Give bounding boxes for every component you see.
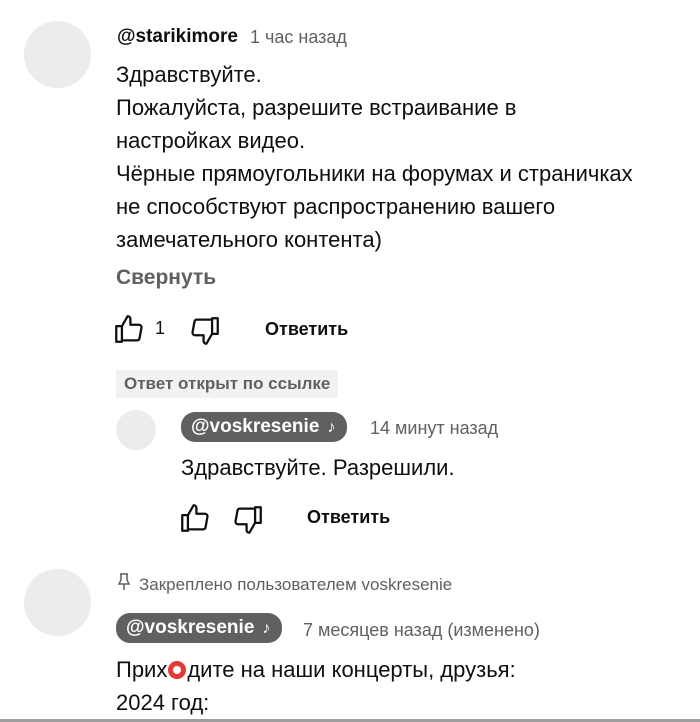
music-note-icon: ♪ xyxy=(327,419,336,436)
red-circle-icon xyxy=(168,661,187,679)
comment-text-line: Чёрные прямоугольники на форумах и стран… xyxy=(116,161,633,186)
author-chip[interactable]: @voskresenie ♪ xyxy=(181,412,348,442)
comment-author[interactable]: @starikimore xyxy=(117,26,238,48)
text-fragment: дите на наши концерты, друзья: xyxy=(187,657,516,682)
author-chip[interactable]: @voskresenie ♪ xyxy=(116,613,283,643)
pinned-label: Закреплено пользователем voskresenie xyxy=(139,575,453,594)
comment-text-line: замечательного контента) xyxy=(116,227,382,252)
like-count: 1 xyxy=(155,318,166,338)
thumb-down-icon[interactable] xyxy=(188,314,222,348)
music-note-icon: ♪ xyxy=(262,620,271,637)
comment-text-line: Пожалуйста, разрешите встраивание в xyxy=(116,95,517,120)
thumb-down-icon[interactable] xyxy=(231,503,265,537)
avatar[interactable] xyxy=(24,569,91,636)
collapse-button[interactable]: Свернуть xyxy=(116,266,216,290)
reply-author: @voskresenie xyxy=(191,416,320,437)
avatar[interactable] xyxy=(24,21,91,88)
reply-button[interactable]: Ответить xyxy=(265,319,348,340)
thumb-up-icon[interactable] xyxy=(112,312,146,346)
comment-text-line: настройках видео. xyxy=(116,128,306,153)
reply-time[interactable]: 14 минут назад xyxy=(370,418,498,439)
comment-time[interactable]: 7 месяцев назад (изменено) xyxy=(303,620,540,641)
comment-text-line: не способствуют распространению вашего xyxy=(116,194,556,219)
text-fragment: Прих xyxy=(116,657,168,682)
comment-text-line: 2024 год: xyxy=(116,690,210,715)
thumb-up-icon[interactable] xyxy=(178,501,212,535)
pin-icon xyxy=(117,573,131,590)
linked-reply-badge: Ответ открыт по ссылке xyxy=(116,370,339,398)
comment-time[interactable]: 1 час назад xyxy=(250,27,347,48)
reply-button[interactable]: Ответить xyxy=(307,507,390,528)
comment-text-line: Прих дите на наши концерты, друзья: xyxy=(116,653,516,686)
avatar[interactable] xyxy=(116,410,156,450)
comment-author: @voskresenie xyxy=(126,617,255,638)
comment-text-line: Здравствуйте. xyxy=(116,62,262,87)
reply-text: Здравствуйте. Разрешили. xyxy=(181,455,455,480)
